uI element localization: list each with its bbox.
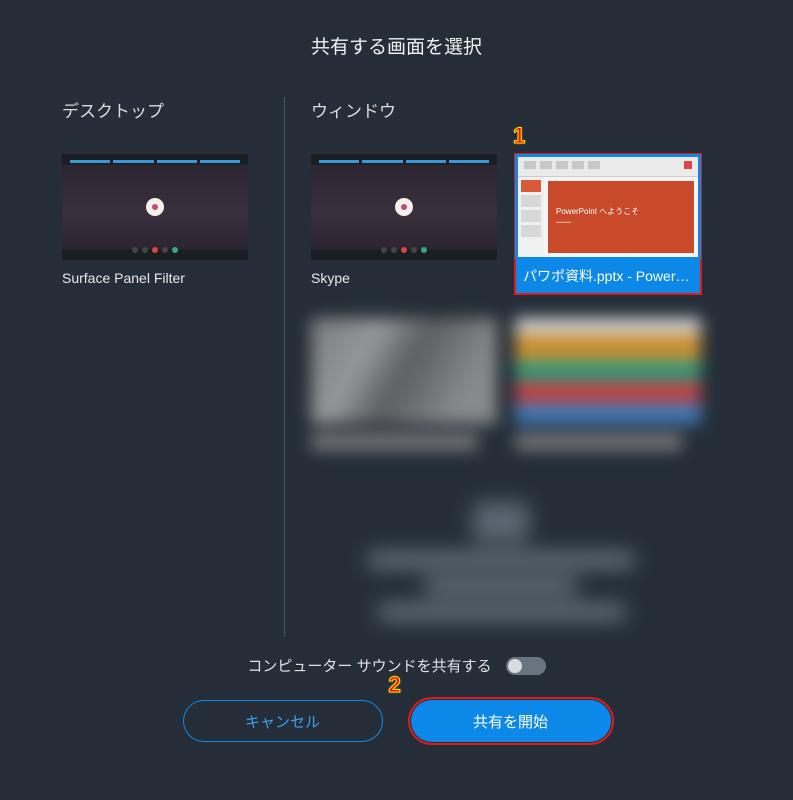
window-thumb-powerpoint[interactable]: PowerPoint へようこそ ━━━━━ パワポ資料.pptx - Powe… <box>515 154 701 294</box>
window-thumb-blurred-2[interactable] <box>515 318 701 450</box>
window-thumb-grid: 1 Skype PowerPoint へようこそ ━━━━━ <box>311 154 753 630</box>
window-header: ウィンドウ <box>311 97 753 122</box>
window-thumb-blurred-1[interactable] <box>311 318 497 450</box>
start-share-button[interactable]: 共有を開始 <box>411 700 611 742</box>
sound-label: コンピューター サウンドを共有する <box>247 655 491 676</box>
callout-1: 1 <box>513 123 525 149</box>
desktop-header: デスクトップ <box>62 97 260 122</box>
window-thumb-label-ppt: パワポ資料.pptx - PowerP... <box>515 260 701 294</box>
window-blurred-lower <box>311 494 691 630</box>
desktop-section: デスクトップ Surface Panel Filter <box>62 97 284 637</box>
footer: コンピューター サウンドを共有する 2 キャンセル 共有を開始 <box>0 637 793 742</box>
window-thumb-preview-ppt: PowerPoint へようこそ ━━━━━ <box>515 154 701 260</box>
window-section: ウィンドウ 1 Skype PowerPoint へようこそ <box>284 97 753 637</box>
callout-2: 2 <box>389 672 401 698</box>
content-area: デスクトップ Surface Panel Filter ウィンドウ 1 Skyp… <box>0 97 793 637</box>
window-thumb-preview-skype <box>311 154 497 260</box>
ppt-slide-title: PowerPoint へようこそ <box>556 206 686 217</box>
button-row: 2 キャンセル 共有を開始 <box>0 700 793 742</box>
window-thumb-skype[interactable]: Skype <box>311 154 497 294</box>
cancel-button[interactable]: キャンセル <box>183 700 383 742</box>
dialog-title: 共有する画面を選択 <box>0 0 793 97</box>
sound-toggle[interactable] <box>506 657 546 675</box>
window-thumb-label-skype: Skype <box>311 270 497 286</box>
desktop-thumb-surface-panel[interactable]: Surface Panel Filter <box>62 154 248 286</box>
desktop-thumb-label: Surface Panel Filter <box>62 270 248 286</box>
desktop-thumb-preview <box>62 154 248 260</box>
